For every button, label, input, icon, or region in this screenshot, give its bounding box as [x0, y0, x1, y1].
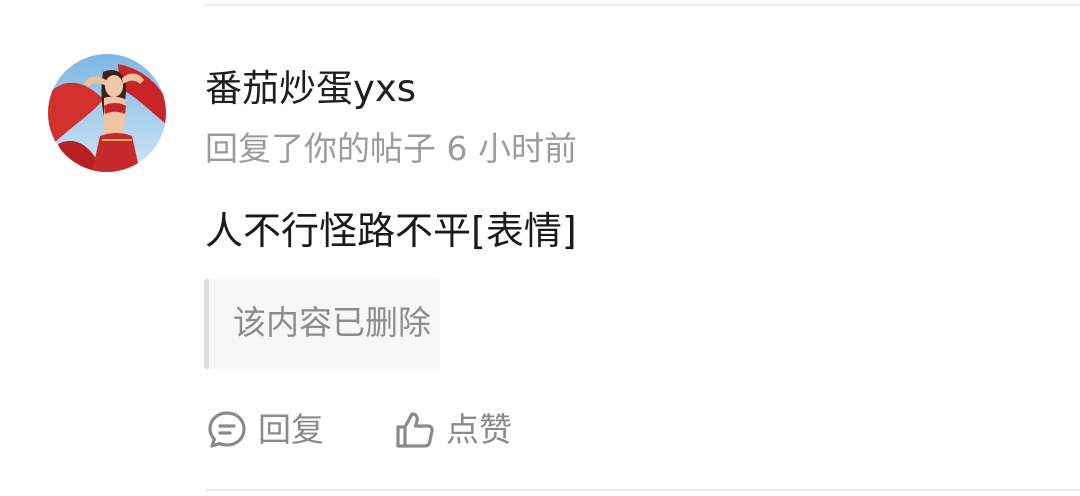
avatar[interactable] [48, 54, 166, 172]
thumbs-up-icon [394, 409, 436, 451]
notification-meta: 回复了你的帖子 6 小时前 [205, 129, 577, 168]
reply-button[interactable]: 回复 [206, 404, 324, 456]
avatar-image [48, 54, 166, 172]
notification-item[interactable]: 番茄炒蛋yxs 回复了你的帖子 6 小时前 人不行怪路不平[表情] 该内容已删除… [0, 0, 1080, 496]
reply-label: 回复 [258, 410, 324, 449]
comment-text[interactable]: 人不行怪路不平[表情] [205, 203, 577, 259]
quoted-post-text: 该内容已删除 [233, 303, 431, 342]
divider-bottom [205, 489, 1080, 491]
divider-top [205, 4, 1080, 6]
quoted-post[interactable]: 该内容已删除 [204, 279, 440, 369]
comment-bubble-icon [206, 409, 248, 451]
like-label: 点赞 [446, 410, 512, 449]
username[interactable]: 番茄炒蛋yxs [205, 64, 416, 114]
like-button[interactable]: 点赞 [394, 404, 512, 456]
